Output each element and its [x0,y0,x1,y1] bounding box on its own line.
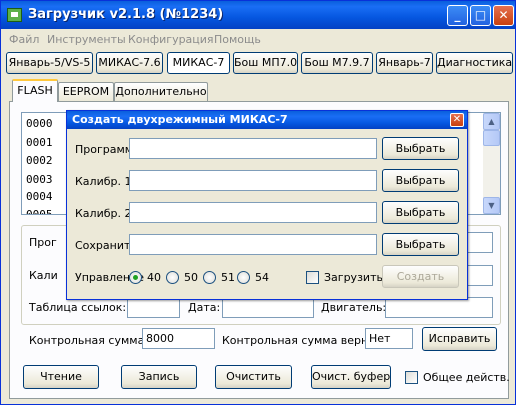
dialog-save-field[interactable] [129,234,377,255]
scroll-down-icon[interactable]: ▼ [483,197,500,214]
date-field[interactable] [222,297,314,318]
dialog-calib1-field[interactable] [129,170,377,191]
engine-label: Двигатель: [321,301,387,314]
tab-january7[interactable]: Январь-7 [376,52,433,74]
scroll-up-icon[interactable]: ▲ [483,113,500,130]
dialog-calib2-label: Калибр. 2: [75,207,136,220]
list-item: 0002 [26,154,53,167]
tab-mikas76[interactable]: МИКАС-7.6 [96,52,163,74]
control-radio-54[interactable] [237,271,250,284]
list-item: 0000 [26,117,53,130]
window-title: Загрузчик v2.1.8 (№1234) [28,7,224,22]
load-checkbox[interactable] [306,271,319,284]
dialog-calib1-label: Калибр. 1: [75,175,136,188]
tab-flash[interactable]: FLASH [12,79,58,102]
tab-bosch-mp70[interactable]: Бош МП7.0 [233,52,298,74]
dialog-close-icon[interactable]: ✕ [450,113,464,127]
tab-mikas7[interactable]: МИКАС-7 [167,52,230,74]
control-option-51: 51 [221,271,235,284]
tab-diagnostics[interactable]: Диагностика [436,52,513,74]
list-item: 0005 [26,208,53,214]
tab-bosch-m797[interactable]: Бош М7.9.7 [301,52,373,74]
scroll-thumb[interactable] [483,130,500,146]
dialog-title-bar[interactable]: Создать двухрежимный МИКАС-7 ✕ [67,111,467,129]
read-button[interactable]: Чтение [23,365,99,389]
link-table-label: Таблица ссылок: [29,301,127,314]
dialog-calib2-field[interactable] [129,202,377,223]
fix-button[interactable]: Исправить [422,327,497,351]
title-bar[interactable]: Загрузчик v2.1.8 (№1234) _ □ ✕ [1,1,515,29]
tab-eeprom[interactable]: EEPROM [58,82,114,101]
create-button[interactable]: Создать [382,265,459,288]
control-option-54: 54 [255,271,269,284]
close-button[interactable]: ✕ [493,5,514,26]
maximize-icon: □ [474,8,487,22]
write-button[interactable]: Запись [121,365,197,389]
dialog-title: Создать двухрежимный МИКАС-7 [72,113,288,126]
calibration-label: Кали [29,269,58,282]
program-browse-button[interactable]: Выбрать [382,137,459,160]
menu-config[interactable]: Конфигурация [128,33,214,46]
menu-help[interactable]: Помощь [214,33,261,46]
link-table-field[interactable] [127,297,180,318]
checksum-field[interactable]: 8000 [142,328,215,349]
calib1-browse-button[interactable]: Выбрать [382,169,459,192]
menu-tools[interactable]: Инструменты [47,33,126,46]
program-label: Прог [29,236,57,249]
checksum-label: Контрольная сумма: [29,334,149,347]
app-icon [7,8,22,22]
calib2-browse-button[interactable]: Выбрать [382,201,459,224]
tab-january5[interactable]: Январь-5/VS-5 [6,52,93,74]
vertical-scrollbar[interactable]: ▲ ▼ [483,113,500,214]
calibration-field[interactable] [467,265,493,286]
program-field[interactable] [467,232,493,253]
list-item: 0001 [26,136,53,149]
engine-field[interactable] [385,297,493,318]
main-window: Загрузчик v2.1.8 (№1234) _ □ ✕ Файл Инст… [0,0,516,405]
common-action-label: Общее действ. [423,371,510,384]
maximize-button[interactable]: □ [470,5,491,26]
common-action-checkbox[interactable] [405,371,418,384]
load-label: Загрузить [324,271,383,284]
control-radio-51[interactable] [203,271,216,284]
list-item: 0003 [26,173,53,186]
control-radio-40[interactable] [129,271,142,284]
control-option-50: 50 [184,271,198,284]
minimize-icon: _ [454,8,461,22]
save-browse-button[interactable]: Выбрать [382,233,459,256]
clear-buffer-button[interactable]: Очист. буфер [311,365,391,389]
list-item: 0004 [26,190,53,203]
close-icon: ✕ [498,8,509,22]
clear-button[interactable]: Очистить [215,365,292,389]
control-option-40: 40 [147,271,161,284]
checksum-ok-field[interactable]: Нет [365,328,413,349]
tab-additional[interactable]: Дополнительно [114,82,208,101]
checksum-ok-label: Контрольная сумма верна: [222,334,379,347]
date-label: Дата: [188,301,221,314]
menu-file[interactable]: Файл [9,33,39,46]
minimize-button[interactable]: _ [447,5,468,26]
create-dual-mode-dialog: Создать двухрежимный МИКАС-7 ✕ Программа… [66,110,468,300]
dialog-program-field[interactable] [129,138,377,159]
menu-bar: Файл Инструменты Конфигурация Помощь [1,29,515,49]
control-radio-50[interactable] [166,271,179,284]
